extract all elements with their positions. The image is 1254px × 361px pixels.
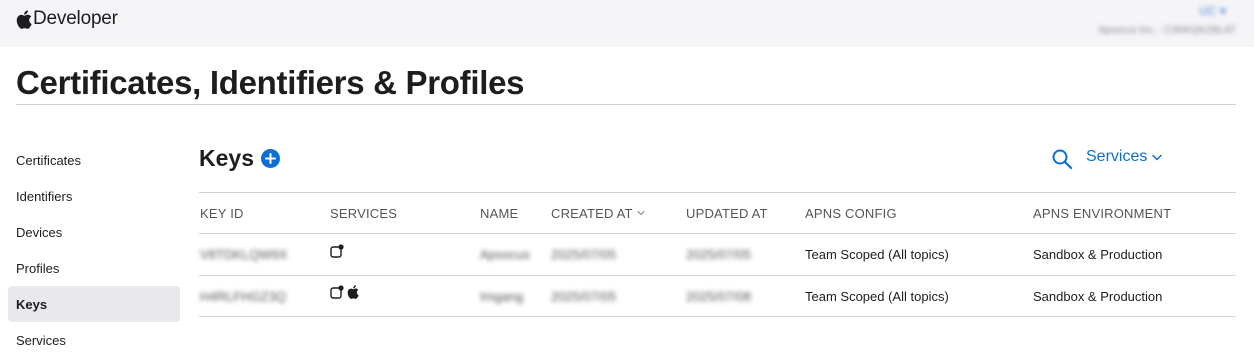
sidebar-item-devices[interactable]: Devices (8, 214, 180, 250)
column-header-created-at[interactable]: CREATED AT (551, 193, 645, 233)
sign-in-with-apple-icon (347, 285, 359, 299)
name-cell: Imgang (480, 288, 524, 304)
sidebar-item-label: Devices (16, 224, 63, 240)
chevron-down-icon (1152, 154, 1163, 160)
sidebar-item-label: Profiles (16, 260, 60, 276)
plus-icon (264, 153, 276, 164)
sidebar-item-services[interactable]: Services (8, 322, 180, 358)
sidebar-item-keys[interactable]: Keys (8, 286, 180, 322)
global-header: Developer UC ▾ Apsocus Inc. - C3NKQKZBLA… (0, 0, 1254, 47)
name-cell: Apsocus (480, 247, 530, 262)
account-team: Apsocus Inc. - C3NKQKZBLAT (1098, 25, 1236, 36)
keys-table: KEY ID SERVICES NAME CREATED AT UPDATED … (199, 192, 1236, 317)
key-id-cell: H4RLFHGZ3Q (200, 288, 286, 304)
sidebar-item-label: Keys (16, 296, 48, 312)
updated-at-cell: 2025/07/05 (686, 247, 752, 262)
section-header: Keys (199, 145, 280, 172)
column-header-apns-config: APNS CONFIG (805, 205, 897, 221)
search-icon[interactable] (1051, 148, 1073, 170)
developer-home-link[interactable]: Developer (16, 8, 118, 30)
column-header-created-at-label: CREATED AT (551, 205, 633, 221)
section-title: Keys (199, 145, 254, 171)
apns-icon (330, 243, 344, 258)
table-header-row: KEY ID SERVICES NAME CREATED AT UPDATED … (199, 192, 1236, 233)
sort-chevron-down-icon (637, 210, 645, 216)
sidebar-item-label: Identifiers (16, 188, 73, 204)
apple-logo-icon (16, 9, 32, 29)
title-divider (16, 104, 1236, 105)
account-menu[interactable]: UC ▾ Apsocus Inc. - C3NKQKZBLAT (1042, 0, 1248, 47)
sidebar-item-certificates[interactable]: Certificates (8, 142, 180, 178)
table-row[interactable]: H4RLFHGZ3Q Imgang 2025/07/05 2025/07/08 … (199, 275, 1236, 317)
services-cell (330, 276, 359, 316)
column-header-apns-environment: APNS ENVIRONMENT (1033, 205, 1172, 221)
sidebar-item-label: Certificates (16, 152, 82, 168)
services-cell (330, 234, 344, 275)
sidebar-item-identifiers[interactable]: Identifiers (8, 178, 180, 214)
key-id-cell: V8TDKLQW9X (200, 247, 288, 262)
apns-environment-cell: Sandbox & Production (1033, 288, 1163, 304)
apns-config-cell: Team Scoped (All topics) (805, 288, 949, 304)
apns-config-cell: Team Scoped (All topics) (805, 247, 949, 262)
table-row[interactable]: V8TDKLQW9X Apsocus 2025/07/05 2025/07/05… (199, 233, 1236, 275)
apns-icon (330, 285, 344, 299)
services-filter-label: Services (1086, 148, 1148, 165)
column-header-services: SERVICES (330, 205, 398, 221)
sidebar-item-profiles[interactable]: Profiles (8, 250, 180, 286)
created-at-cell: 2025/07/05 (551, 288, 617, 304)
column-header-updated-at: UPDATED AT (686, 205, 768, 221)
sidebar-item-label: Services (16, 332, 66, 348)
column-header-key-id: KEY ID (200, 205, 244, 221)
updated-at-cell: 2025/07/08 (686, 288, 752, 304)
page-title: Certificates, Identifiers & Profiles (16, 64, 525, 101)
brand-label: Developer (33, 8, 118, 29)
sidebar: Certificates Identifiers Devices Profile… (8, 142, 180, 358)
add-key-button[interactable] (260, 149, 280, 168)
account-name[interactable]: UC ▾ (1199, 4, 1226, 18)
services-filter-dropdown[interactable]: Services (1086, 148, 1163, 166)
apns-environment-cell: Sandbox & Production (1033, 247, 1163, 262)
created-at-cell: 2025/07/05 (551, 247, 617, 262)
column-header-name: NAME (480, 205, 519, 221)
